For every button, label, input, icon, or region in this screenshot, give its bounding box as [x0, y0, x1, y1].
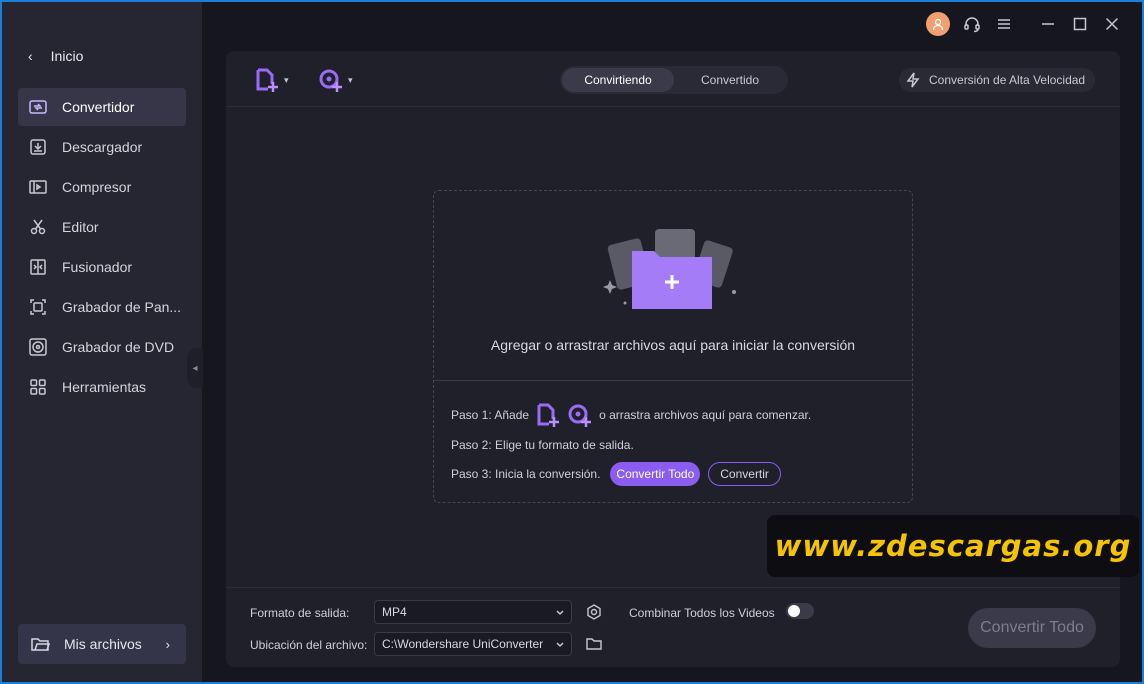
- scissors-icon: [30, 219, 46, 235]
- add-file-icon: [256, 68, 278, 92]
- dvd-icon: [29, 338, 47, 356]
- sidebar-item-editor[interactable]: Editor: [18, 208, 186, 246]
- convert-all-button[interactable]: Convertir Todo: [968, 608, 1096, 648]
- toggle-knob: [788, 605, 800, 617]
- chevron-down-icon: [556, 642, 564, 648]
- avatar[interactable]: [926, 12, 950, 36]
- dropzone-convert-button[interactable]: Convertir: [708, 462, 781, 486]
- output-format-label: Formato de salida:: [250, 606, 350, 620]
- merge-icon: [30, 259, 46, 275]
- add-dvd-icon: [319, 69, 342, 92]
- menu-icon[interactable]: [994, 14, 1014, 34]
- lightning-icon: [906, 72, 920, 88]
- merge-videos-toggle[interactable]: [786, 603, 814, 619]
- step-1-suffix: o arrastra archivos aquí para comenzar.: [599, 408, 812, 422]
- tab-convirtiendo[interactable]: Convirtiendo: [562, 68, 674, 92]
- sidebar: ‹ Inicio Convertidor Descargador Compres…: [2, 2, 202, 682]
- merge-videos-label: Combinar Todos los Videos: [629, 606, 775, 620]
- sidebar-item-grabador-pantalla[interactable]: Grabador de Pan...: [18, 288, 186, 326]
- chevron-down-icon: ▾: [284, 74, 289, 85]
- file-dropzone[interactable]: Agregar o arrastrar archivos aquí para i…: [433, 190, 913, 503]
- compress-icon: [29, 180, 47, 194]
- high-speed-conversion-button[interactable]: Conversión de Alta Velocidad: [899, 68, 1095, 92]
- sidebar-nav: Convertidor Descargador Compresor Editor: [18, 88, 186, 408]
- sidebar-item-label: Herramientas: [62, 379, 147, 395]
- add-dvd-button[interactable]: ▾: [318, 67, 353, 93]
- sidebar-item-descargador[interactable]: Descargador: [18, 128, 186, 166]
- output-settings-bar: Formato de salida: MP4 Combinar Todos lo…: [226, 587, 1120, 667]
- watermark: www.zdescargas.org: [767, 515, 1139, 577]
- folder-icon: [31, 638, 50, 651]
- sidebar-item-label: Convertidor: [62, 99, 135, 115]
- maximize-icon[interactable]: [1070, 14, 1090, 34]
- dropzone-prompt: Agregar o arrastrar archivos aquí para i…: [490, 337, 856, 353]
- close-icon[interactable]: [1102, 14, 1122, 34]
- chevron-left-icon: ‹: [28, 48, 33, 64]
- sidebar-item-label: Compresor: [62, 179, 132, 195]
- format-settings-icon[interactable]: [584, 602, 604, 622]
- add-files-button[interactable]: ▾: [254, 67, 289, 93]
- minimize-icon[interactable]: [1038, 14, 1058, 34]
- sidebar-item-label: Descargador: [62, 139, 143, 155]
- sidebar-item-grabador-dvd[interactable]: Grabador de DVD: [18, 328, 186, 366]
- step-3: Paso 3: Inicia la conversión. Convertir …: [451, 462, 781, 486]
- sidebar-item-label: Grabador de DVD: [62, 339, 175, 355]
- step-1-prefix: Paso 1: Añade: [451, 408, 530, 422]
- dropzone-convert-all-button[interactable]: Convertir Todo: [610, 462, 701, 486]
- step-1: Paso 1: Añade o arrastra archivos aquí p…: [451, 402, 811, 428]
- open-folder-icon[interactable]: [584, 634, 604, 654]
- sidebar-item-herramientas[interactable]: Herramientas: [18, 368, 186, 406]
- divider: [434, 380, 912, 381]
- my-files-label: Mis archivos: [64, 636, 142, 652]
- chevron-right-icon: ›: [165, 636, 170, 652]
- step-3-label: Paso 3: Inicia la conversión.: [451, 467, 601, 481]
- support-headset-icon[interactable]: [962, 14, 982, 34]
- chevron-down-icon: [556, 610, 564, 616]
- back-button[interactable]: ‹ Inicio: [28, 46, 83, 66]
- high-speed-label: Conversión de Alta Velocidad: [929, 73, 1086, 87]
- converter-icon: [29, 100, 47, 114]
- sidebar-item-fusionador[interactable]: Fusionador: [18, 248, 186, 286]
- sidebar-item-label: Grabador de Pan...: [62, 299, 182, 315]
- add-dvd-icon[interactable]: [567, 402, 593, 428]
- sidebar-item-compresor[interactable]: Compresor: [18, 168, 186, 206]
- screen-record-icon: [30, 299, 46, 315]
- tools-grid-icon: [30, 379, 46, 395]
- file-location-select[interactable]: C:\Wondershare UniConverter: [374, 632, 572, 656]
- chevron-down-icon: ▾: [348, 74, 353, 85]
- add-file-icon[interactable]: [535, 402, 561, 428]
- status-tabs: Convirtiendo Convertido: [560, 66, 788, 94]
- sidebar-item-label: Fusionador: [62, 259, 133, 275]
- output-format-value: MP4: [382, 605, 407, 619]
- file-location-label: Ubicación del archivo:: [250, 638, 368, 652]
- user-icon: [932, 18, 944, 31]
- titlebar-controls: [926, 10, 1122, 38]
- sidebar-item-label: Editor: [62, 219, 99, 235]
- sidebar-collapse-handle[interactable]: ◂: [187, 348, 203, 388]
- output-format-select[interactable]: MP4: [374, 600, 572, 624]
- app-window: ‹ Inicio Convertidor Descargador Compres…: [0, 0, 1144, 684]
- my-files-button[interactable]: Mis archivos ›: [18, 624, 186, 664]
- sidebar-item-convertidor[interactable]: Convertidor: [18, 88, 186, 126]
- step-2: Paso 2: Elige tu formato de salida.: [451, 438, 634, 452]
- file-location-value: C:\Wondershare UniConverter: [382, 637, 544, 651]
- back-label: Inicio: [50, 48, 84, 64]
- download-icon: [30, 139, 46, 155]
- folder-add-illustration-icon: [603, 229, 736, 309]
- chevron-left-icon: ◂: [192, 362, 198, 374]
- converter-toolbar: ▾ ▾ Convirtiendo Convertido Conversión d…: [226, 51, 1120, 107]
- tab-convertido[interactable]: Convertido: [674, 68, 786, 92]
